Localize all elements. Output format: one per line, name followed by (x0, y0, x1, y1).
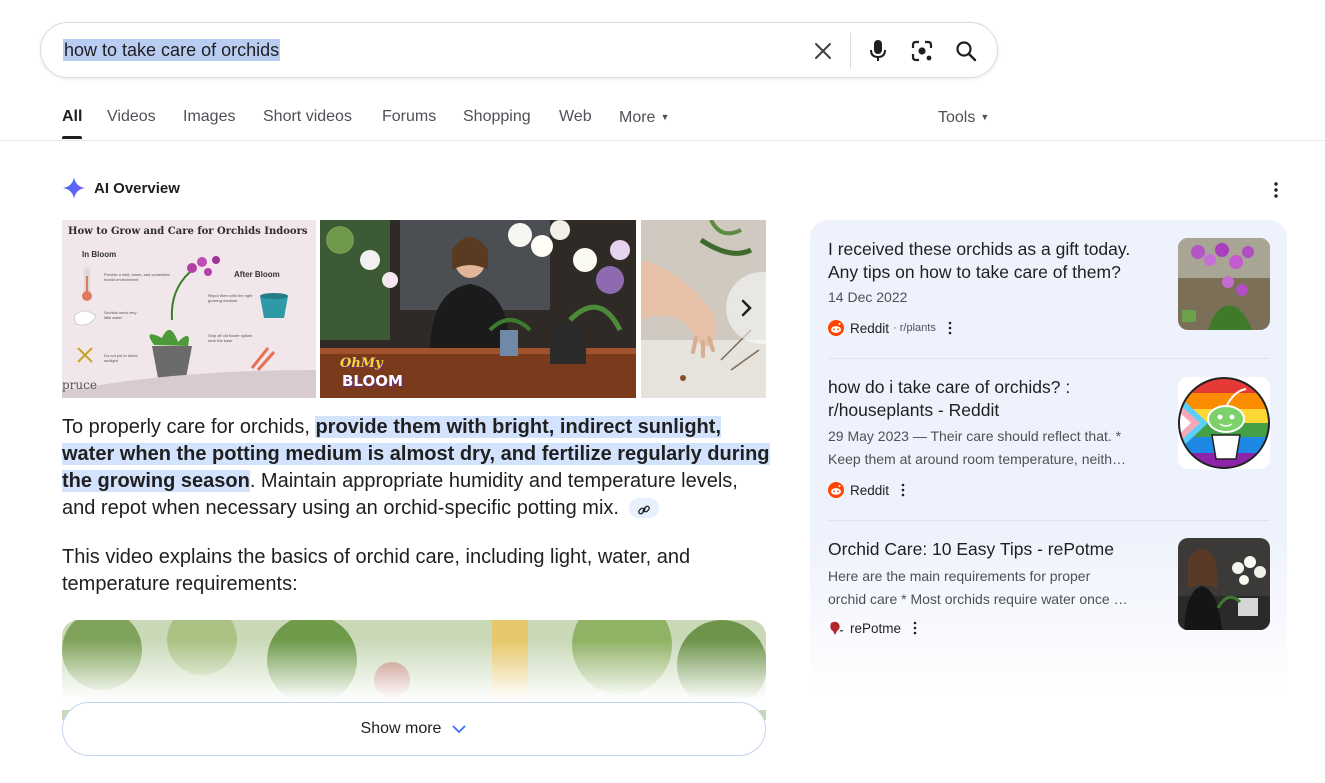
tab-more-label: More (619, 109, 656, 126)
source-snippet: Here are the main requirements for prope… (828, 568, 1091, 584)
source-title[interactable]: how do i take care of orchids? : r/house… (828, 376, 1158, 422)
tab-web[interactable]: Web (559, 106, 592, 128)
source-snippet: 29 May 2023 — Their care should reflect … (828, 428, 1122, 444)
source-card-reddit-houseplants[interactable]: how do i take care of orchids? : r/house… (828, 376, 1270, 498)
source-title[interactable]: I received these orchids as a gift today… (828, 238, 1158, 284)
tab-images[interactable]: Images (183, 106, 235, 128)
source-date: 14 Dec 2022 (828, 289, 908, 305)
tools-button[interactable]: Tools ▼ (938, 106, 989, 129)
source-site: rePotme (828, 620, 917, 636)
source-site: Reddit · r/plants (828, 320, 952, 336)
source-card-reddit-plants[interactable]: I received these orchids as a gift today… (828, 238, 1270, 348)
search-bar[interactable]: how to take care of orchids (40, 22, 998, 78)
repotme-photo-thumbnail (1178, 538, 1270, 630)
tab-shopping[interactable]: Shopping (463, 106, 531, 128)
source-options-icon[interactable] (913, 621, 917, 635)
clear-icon[interactable] (807, 35, 839, 67)
source-link-button[interactable] (628, 498, 659, 518)
source-site-name: Reddit (850, 482, 890, 498)
show-more-label: Show more (360, 720, 442, 737)
ai-overview-title: AI Overview (94, 179, 180, 197)
tools-label: Tools (938, 109, 976, 126)
active-tab-indicator (62, 136, 82, 139)
orchid-photo-thumbnail (1178, 238, 1270, 330)
caret-down-icon: ▼ (980, 112, 990, 122)
source-snippet: orchid care * Most orchids require water… (828, 591, 1128, 607)
ohmybloom-logo-top: OhMy (340, 356, 383, 371)
caret-down-icon: ▼ (660, 112, 670, 122)
orchid-infographic-image[interactable]: How to Grow and Care for Orchids Indoors… (62, 220, 316, 398)
source-thumbnail[interactable] (1178, 377, 1270, 469)
tab-all[interactable]: All (62, 106, 82, 128)
search-icon[interactable] (950, 35, 982, 67)
content-fade (62, 640, 766, 710)
houseplants-community-icon (1178, 377, 1270, 469)
reddit-icon (828, 482, 844, 498)
source-card-repotme[interactable]: Orchid Care: 10 Easy Tips - rePotme Here… (828, 538, 1270, 638)
chevron-down-icon (452, 725, 467, 734)
source-thumbnail[interactable] (1178, 538, 1270, 630)
source-thumbnail[interactable] (1178, 238, 1270, 330)
source-site-name: Reddit (850, 320, 890, 336)
infographic-credit: pruce (62, 378, 97, 392)
tab-videos[interactable]: Videos (107, 106, 156, 128)
link-icon (637, 505, 650, 515)
image-carousel: How to Grow and Care for Orchids Indoors… (62, 220, 766, 398)
source-divider (828, 358, 1269, 359)
source-site-sub: · r/plants (893, 322, 936, 334)
source-snippet: Keep them at around room temperature, ne… (828, 451, 1127, 467)
search-results-page: how to take care of orchids All Videos I… (0, 0, 1325, 783)
ai-overview-header: AI Overview (62, 176, 180, 200)
tab-short-videos[interactable]: Short videos (263, 106, 352, 128)
source-divider (828, 520, 1269, 521)
orchid-illustration (62, 256, 316, 398)
sources-panel: I received these orchids as a gift today… (810, 220, 1287, 700)
search-input[interactable]: how to take care of orchids (63, 39, 281, 61)
source-site: Reddit (828, 482, 905, 498)
ai-overview-summary: To properly care for orchids, provide th… (62, 414, 772, 522)
chevron-right-icon (741, 299, 752, 317)
reddit-icon (828, 320, 844, 336)
tab-forums[interactable]: Forums (382, 106, 436, 128)
repotme-icon (830, 621, 843, 635)
lens-camera-icon[interactable] (906, 35, 938, 67)
summary-text: To properly care for orchids, (62, 416, 316, 438)
video-intro-text: This video explains the basics of orchid… (62, 546, 691, 595)
source-title[interactable]: Orchid Care: 10 Easy Tips - rePotme (828, 538, 1158, 561)
ohmybloom-logo-bottom: BLOOM (342, 372, 403, 390)
orchid-video-still-image[interactable]: OhMy BLOOM (320, 220, 636, 398)
more-options-icon[interactable] (1266, 180, 1286, 200)
source-site-name: rePotme (850, 620, 902, 636)
gemini-sparkle-icon (63, 177, 85, 199)
search-divider (850, 33, 851, 69)
tab-more[interactable]: More ▼ (619, 106, 669, 129)
microphone-icon[interactable] (862, 35, 894, 67)
tabs-divider (0, 140, 1325, 141)
source-options-icon[interactable] (948, 321, 952, 335)
source-options-icon[interactable] (901, 483, 905, 497)
show-more-button[interactable]: Show more (62, 702, 766, 756)
